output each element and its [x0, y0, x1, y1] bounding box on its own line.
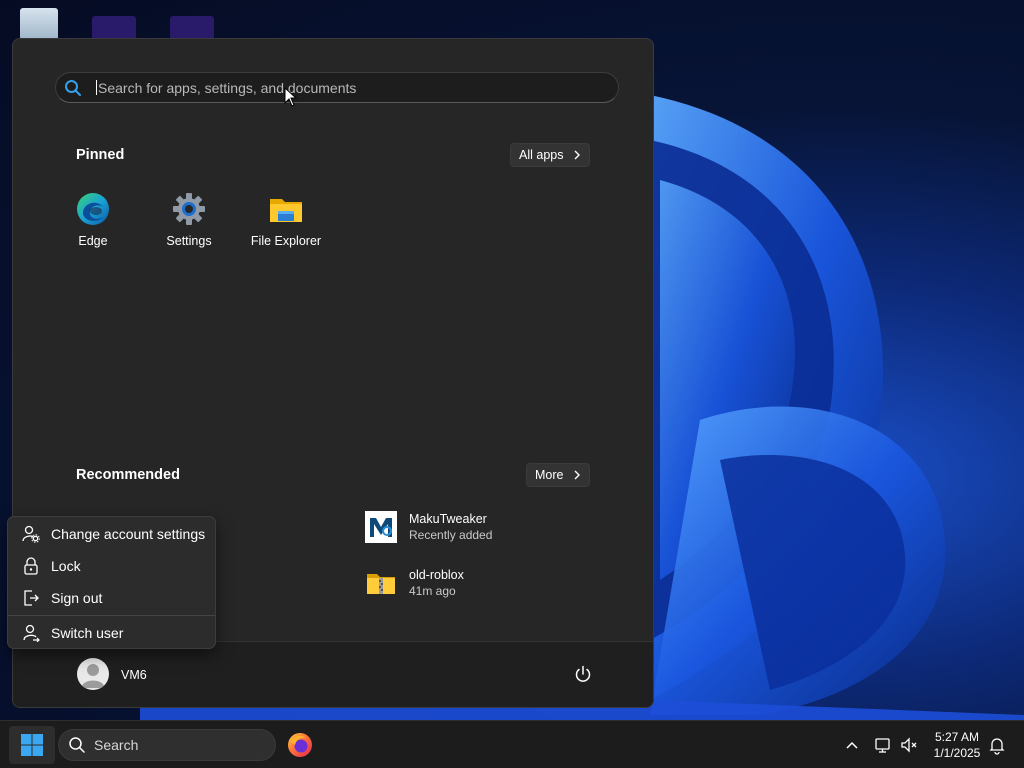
taskbar: Search 5:27 AM 1/1/2025	[0, 720, 1024, 768]
change-account-settings-item[interactable]: Change account settings	[8, 519, 215, 549]
chevron-right-icon	[574, 150, 581, 160]
taskbar-search[interactable]: Search	[58, 729, 276, 761]
all-apps-button[interactable]: All apps	[510, 143, 591, 167]
recommended-item-subtitle: Recently added	[409, 528, 493, 542]
more-button[interactable]: More	[526, 463, 591, 487]
start-search-input[interactable]	[98, 79, 618, 96]
taskbar-clock[interactable]: 5:27 AM 1/1/2025	[922, 729, 992, 761]
user-avatar[interactable]	[77, 658, 109, 690]
recommended-title: Recommended	[76, 467, 180, 483]
menu-item-label: Sign out	[51, 590, 103, 606]
makutweaker-icon	[365, 511, 397, 543]
search-icon	[62, 77, 84, 99]
all-apps-label: All apps	[519, 148, 564, 162]
recommended-item-name: old-roblox	[409, 568, 464, 582]
menu-divider	[8, 615, 215, 616]
menu-item-label: Lock	[51, 558, 81, 574]
start-search-box[interactable]	[55, 72, 619, 103]
notification-bell-icon[interactable]	[987, 735, 1007, 755]
lock-icon	[21, 556, 41, 576]
start-menu-footer: VM6	[13, 641, 653, 707]
volume-muted-icon[interactable]	[899, 735, 919, 755]
pinned-app-label: File Explorer	[250, 234, 322, 248]
username-label[interactable]: VM6	[121, 668, 147, 682]
menu-item-label: Switch user	[51, 625, 124, 641]
taskbar-search-label: Search	[94, 737, 139, 753]
recommended-item-makutweaker[interactable]: MakuTweaker Recently added	[365, 511, 492, 543]
pinned-app-settings[interactable]: Settings	[141, 187, 237, 257]
recommended-item-subtitle: 41m ago	[409, 584, 456, 598]
zip-folder-icon	[367, 574, 395, 594]
pinned-app-label: Edge	[78, 234, 108, 248]
more-label: More	[535, 468, 564, 482]
windows-logo-icon	[21, 734, 43, 756]
user-icon	[81, 664, 105, 688]
clock-time: 5:27 AM	[934, 730, 980, 744]
pinned-app-file-explorer[interactable]: File Explorer	[238, 187, 334, 257]
pinned-app-edge[interactable]: Edge	[45, 187, 141, 257]
search-icon	[69, 737, 85, 753]
pinned-app-label: Settings	[166, 234, 212, 248]
chevron-right-icon	[574, 470, 581, 480]
recommended-item-name: MakuTweaker	[409, 512, 487, 526]
lock-item[interactable]: Lock	[8, 551, 215, 581]
clock-date: 1/1/2025	[933, 746, 981, 760]
mouse-cursor-icon	[284, 87, 298, 107]
folder-icon	[270, 199, 302, 222]
menu-item-label: Change account settings	[51, 526, 206, 542]
start-button[interactable]	[9, 726, 55, 764]
text-caret	[96, 80, 97, 95]
firefox-icon[interactable]	[287, 732, 313, 758]
account-context-menu: Change account settings Lock Sign out Sw…	[7, 516, 216, 649]
power-icon[interactable]	[573, 664, 593, 684]
switch-user-item[interactable]: Switch user	[8, 618, 215, 648]
pinned-title: Pinned	[76, 147, 125, 163]
network-icon[interactable]	[873, 735, 893, 755]
edge-icon	[77, 193, 109, 225]
sign-out-item[interactable]: Sign out	[8, 583, 215, 613]
sign-out-icon	[21, 588, 41, 608]
recycle-bin-icon[interactable]	[20, 8, 58, 40]
gear-icon	[173, 193, 205, 225]
chevron-up-icon[interactable]	[842, 735, 862, 755]
recommended-item-old-roblox[interactable]: old-roblox 41m ago	[365, 567, 464, 599]
account-settings-icon	[21, 524, 41, 544]
switch-user-icon	[21, 623, 41, 643]
